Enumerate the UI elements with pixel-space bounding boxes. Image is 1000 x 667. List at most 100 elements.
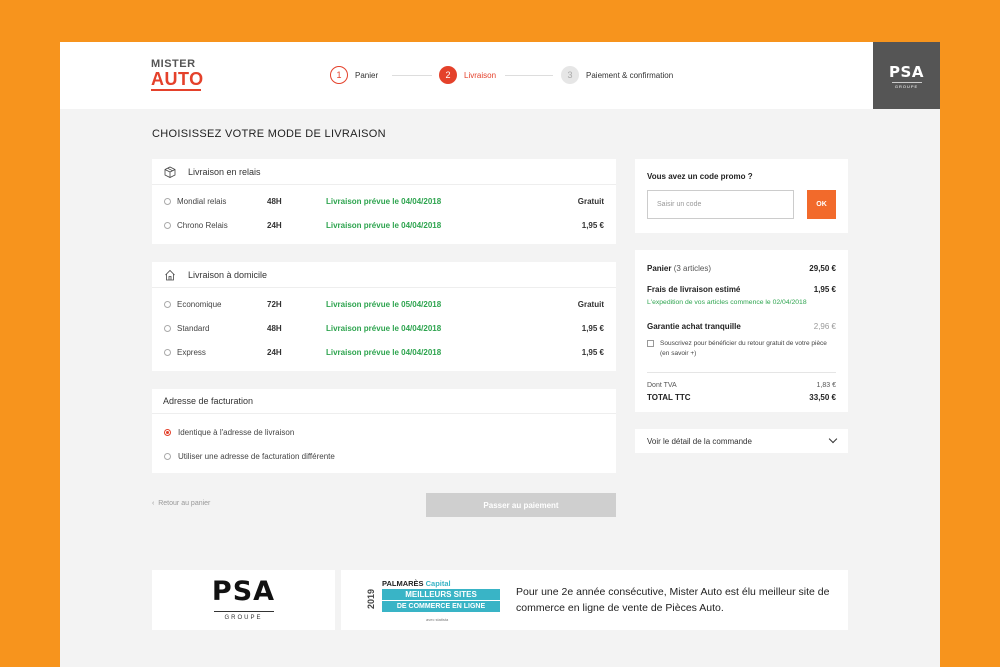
- cart-value: 29,50 €: [809, 264, 836, 273]
- home-card-header: Livraison à domicile: [152, 262, 616, 288]
- mister-auto-logo[interactable]: MISTER AUTO: [151, 59, 203, 91]
- psa-footer-logo-text: PSA: [211, 576, 276, 607]
- checkout-page: MISTER AUTO 1 Panier 2 Livraison 3 Paiem…: [60, 42, 940, 667]
- billing-option-same[interactable]: Identique à l'adresse de livraison: [164, 428, 294, 437]
- option-price: Gratuit: [577, 197, 604, 206]
- relay-delivery-card: Livraison en relais Mondial relais 48H L…: [152, 159, 616, 244]
- order-detail-toggle[interactable]: Voir le détail de la commande: [635, 429, 848, 453]
- delivery-option-row[interactable]: Standard 48H Livraison prévue le 04/04/2…: [152, 317, 616, 341]
- warranty-label: Garantie achat tranquille: [647, 322, 741, 331]
- page-title: CHOISISSEZ VOTRE MODE DE LIVRAISON: [152, 128, 386, 140]
- badge-line-1: PALMARÈS Capital: [382, 579, 451, 588]
- promo-card: Vous avez un code promo ? Saisir un code…: [635, 159, 848, 233]
- award-badge: 2019 PALMARÈS Capital MEILLEURS SITES DE…: [366, 574, 501, 626]
- delivery-option-row[interactable]: Mondial relais 48H Livraison prévue le 0…: [152, 190, 616, 214]
- delivery-option-row[interactable]: Express 24H Livraison prévue le 04/04/20…: [152, 341, 616, 365]
- step-number: 2: [439, 66, 457, 84]
- warranty-value: 2,96 €: [813, 322, 836, 331]
- relay-card-header: Livraison en relais: [152, 159, 616, 185]
- back-link-label: Retour au panier: [158, 500, 211, 507]
- cart-label: Panier: [647, 264, 672, 273]
- chevron-left-icon: ‹: [152, 500, 155, 507]
- step-connector: [392, 75, 432, 76]
- summary-divider: [647, 372, 836, 373]
- tva-label: Dont TVA: [647, 382, 677, 389]
- proceed-to-payment-button[interactable]: Passer au paiement: [426, 493, 616, 517]
- order-summary-card: Panier (3 articles) 29,50 € Frais de liv…: [635, 250, 848, 412]
- badge-capital: Capital: [425, 579, 451, 588]
- shipping-label: Frais de livraison estimé: [647, 285, 741, 294]
- delivery-option-row[interactable]: Economique 72H Livraison prévue le 05/04…: [152, 293, 616, 317]
- cart-row: Panier (3 articles) 29,50 €: [647, 264, 836, 273]
- radio-button[interactable]: [164, 349, 171, 356]
- radio-button[interactable]: [164, 198, 171, 205]
- total-label: TOTAL TTC: [647, 393, 691, 402]
- radio-button[interactable]: [164, 325, 171, 332]
- option-date: Livraison prévue le 04/04/2018: [326, 348, 442, 357]
- option-price: 1,95 €: [581, 348, 604, 357]
- award-text: Pour une 2e année consécutive, Mister Au…: [516, 586, 830, 614]
- back-to-cart-link[interactable]: ‹ Retour au panier: [152, 500, 210, 507]
- step-livraison[interactable]: 2 Livraison: [439, 65, 496, 85]
- badge-line-3: DE COMMERCE EN LIGNE: [382, 601, 500, 612]
- psa-logo-text: PSA: [889, 63, 924, 81]
- option-name: Express: [177, 348, 206, 357]
- psa-footer-logo-sub: GROUPE: [213, 611, 274, 621]
- option-price: Gratuit: [577, 300, 604, 309]
- option-date: Livraison prévue le 04/04/2018: [326, 197, 442, 206]
- badge-line-2: MEILLEURS SITES: [382, 589, 500, 600]
- delivery-option-row[interactable]: Chrono Relais 24H Livraison prévue le 04…: [152, 214, 616, 238]
- psa-footer-logo: PSA GROUPE: [152, 570, 335, 630]
- home-card-title: Livraison à domicile: [188, 269, 268, 280]
- home-delivery-card: Livraison à domicile Economique 72H Livr…: [152, 262, 616, 371]
- radio-button[interactable]: [164, 301, 171, 308]
- option-price: 1,95 €: [581, 221, 604, 230]
- psa-header-logo: PSA GROUPE: [873, 42, 940, 109]
- shipping-value: 1,95 €: [813, 285, 836, 294]
- checkout-steps: 1 Panier 2 Livraison 3 Paiement & confir…: [330, 65, 690, 85]
- badge-line-4: avec statista: [426, 617, 449, 622]
- shipping-row: Frais de livraison estimé 1,95 €: [647, 285, 836, 294]
- chevron-down-icon: [828, 434, 838, 444]
- promo-code-input[interactable]: Saisir un code: [647, 190, 794, 219]
- warranty-checkbox[interactable]: [647, 340, 654, 347]
- step-label: Panier: [355, 70, 379, 80]
- option-name: Mondial relais: [177, 197, 227, 206]
- total-row: TOTAL TTC 33,50 €: [647, 393, 836, 402]
- option-duration: 24H: [267, 221, 282, 230]
- shipping-note: L'expedition de vos articles commence le…: [647, 299, 807, 306]
- billing-card-title: Adresse de facturation: [163, 396, 254, 406]
- billing-card-header: Adresse de facturation: [152, 389, 616, 414]
- billing-address-card: Adresse de facturation Identique à l'adr…: [152, 389, 616, 473]
- option-name: Standard: [177, 324, 210, 333]
- radio-button[interactable]: [164, 222, 171, 229]
- promo-title: Vous avez un code promo ?: [647, 172, 753, 181]
- billing-option-label: Identique à l'adresse de livraison: [178, 428, 295, 437]
- step-panier[interactable]: 1 Panier: [330, 65, 378, 85]
- home-icon: [163, 269, 177, 281]
- psa-logo-sub: GROUPE: [891, 82, 922, 89]
- option-duration: 48H: [267, 324, 282, 333]
- promo-ok-button[interactable]: OK: [807, 190, 836, 219]
- radio-button[interactable]: [164, 453, 171, 460]
- tva-row: Dont TVA 1,83 €: [647, 382, 836, 389]
- total-value: 33,50 €: [809, 393, 836, 402]
- option-name: Chrono Relais: [177, 221, 228, 230]
- order-detail-label: Voir le détail de la commande: [647, 436, 752, 446]
- step-label: Paiement & confirmation: [586, 70, 674, 80]
- award-banner: 2019 PALMARÈS Capital MEILLEURS SITES DE…: [341, 570, 848, 630]
- step-number: 3: [561, 66, 579, 84]
- badge-palmares: PALMARÈS: [382, 579, 424, 588]
- option-name: Economique: [177, 300, 222, 309]
- step-connector: [505, 75, 553, 76]
- option-duration: 24H: [267, 348, 282, 357]
- option-date: Livraison prévue le 04/04/2018: [326, 221, 442, 230]
- option-duration: 48H: [267, 197, 282, 206]
- radio-button-checked[interactable]: [164, 429, 171, 436]
- billing-option-other[interactable]: Utiliser une adresse de facturation diff…: [164, 452, 335, 461]
- step-label: Livraison: [464, 70, 497, 80]
- step-paiement: 3 Paiement & confirmation: [561, 65, 673, 85]
- tva-value: 1,83 €: [816, 382, 836, 389]
- package-icon: [163, 166, 177, 178]
- warranty-description: Souscrivez pour bénéficier du retour gra…: [660, 340, 827, 357]
